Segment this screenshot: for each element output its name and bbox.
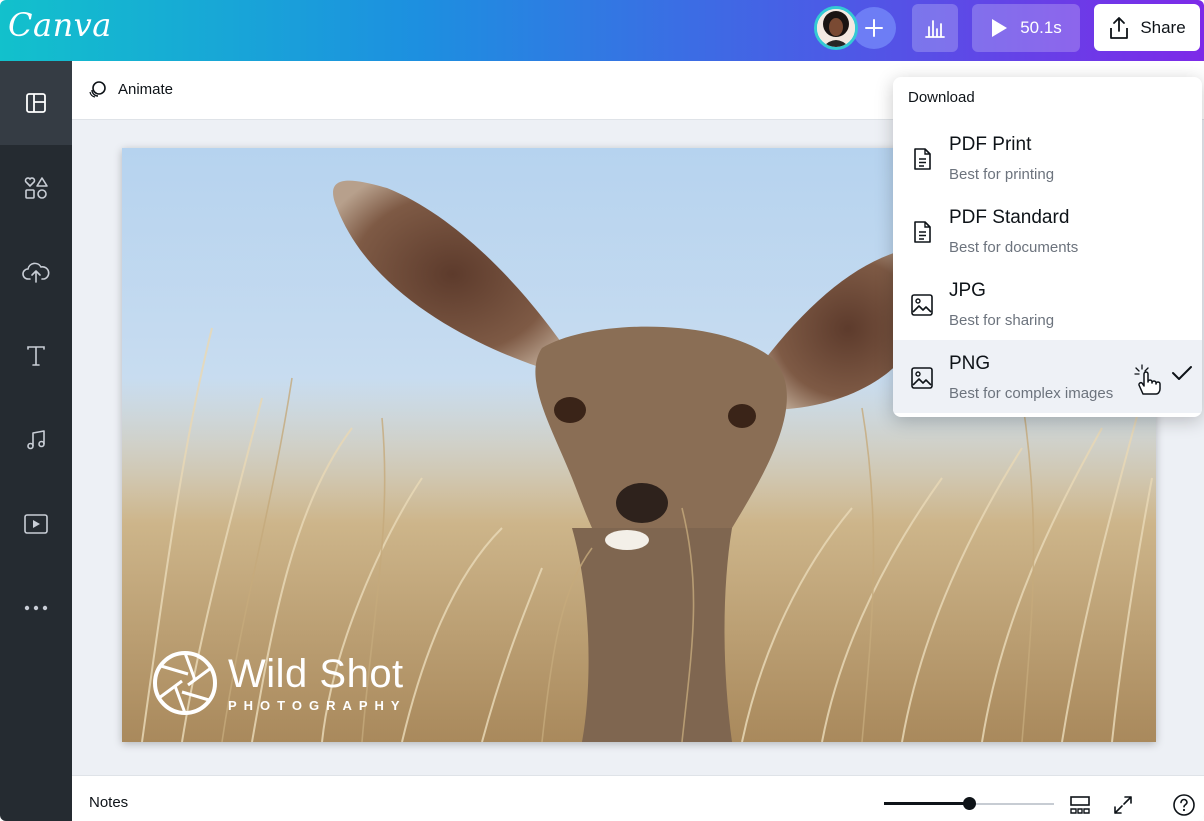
download-option-png[interactable]: PNG Best for complex images	[893, 340, 1202, 413]
play-duration: 50.1s	[1020, 18, 1062, 37]
zoom-slider-fill	[884, 802, 969, 805]
sidebar-item-more[interactable]	[0, 566, 72, 650]
download-option-name: PNG	[949, 353, 991, 374]
music-note-icon	[27, 430, 45, 450]
grid-view-button[interactable]	[1067, 792, 1093, 818]
download-option-desc: Best for complex images	[949, 385, 1114, 402]
image-icon	[909, 292, 935, 318]
help-icon	[1173, 794, 1195, 816]
add-collaborator-button[interactable]	[852, 7, 896, 49]
top-bar: Canva 50.1s Share	[0, 0, 1204, 61]
image-icon	[909, 365, 935, 391]
user-photo	[817, 9, 855, 47]
camera-aperture-icon	[153, 651, 217, 715]
present-button[interactable]: 50.1s	[972, 4, 1080, 52]
notes-button[interactable]: Notes	[89, 794, 128, 811]
document-icon	[909, 219, 935, 245]
download-option-jpg[interactable]: JPG Best for sharing	[893, 267, 1202, 340]
pointer-hand-icon	[1134, 364, 1161, 395]
upload-cloud-icon	[22, 262, 50, 283]
download-menu-title: Download	[908, 89, 975, 106]
download-option-desc: Best for sharing	[949, 312, 1055, 329]
canva-editor: Canva 50.1s Share Animate Wild Shot PHOT…	[0, 0, 1204, 821]
fullscreen-button[interactable]	[1110, 792, 1136, 818]
download-menu: Download PDF Print Best for printing PDF…	[893, 77, 1202, 417]
sidebar-item-videos[interactable]	[0, 482, 72, 566]
sidebar-item-templates[interactable]	[0, 61, 72, 145]
share-icon	[1110, 16, 1129, 39]
zoom-slider[interactable]	[884, 797, 1054, 810]
text-icon	[27, 346, 45, 366]
video-icon	[24, 514, 48, 534]
insights-button[interactable]	[912, 4, 958, 52]
brand-name: Wild Shot	[228, 651, 404, 696]
animate-label: Animate	[118, 80, 174, 98]
avatar[interactable]	[814, 6, 858, 50]
animate-button[interactable]: Animate	[88, 79, 173, 99]
help-button[interactable]	[1171, 792, 1197, 818]
templates-icon	[26, 93, 46, 113]
animate-icon	[89, 81, 106, 98]
sidebar-item-elements[interactable]	[0, 146, 72, 230]
download-option-name: JPG	[949, 280, 986, 301]
left-sidebar	[0, 61, 72, 821]
download-option-pdf-standard[interactable]: PDF Standard Best for documents	[893, 194, 1202, 267]
grid-view-icon	[1070, 796, 1090, 814]
sidebar-item-uploads[interactable]	[0, 230, 72, 314]
brand-logo: Wild Shot PHOTOGRAPHY	[152, 650, 407, 716]
elements-icon	[24, 177, 48, 199]
download-option-pdf-print[interactable]: PDF Print Best for printing	[893, 121, 1202, 194]
play-icon	[992, 19, 1008, 37]
download-option-name: PDF Print	[949, 134, 1032, 155]
download-option-desc: Best for documents	[949, 239, 1079, 256]
checkmark-icon	[1172, 366, 1192, 380]
share-button[interactable]: Share	[1094, 4, 1200, 51]
sidebar-item-audio[interactable]	[0, 398, 72, 482]
zoom-slider-handle[interactable]	[963, 797, 976, 810]
brand-subtitle: PHOTOGRAPHY	[228, 697, 407, 713]
document-icon	[909, 146, 935, 172]
share-label: Share	[1140, 17, 1186, 37]
download-option-name: PDF Standard	[949, 207, 1070, 228]
bar-chart-icon	[925, 20, 945, 38]
canva-logo[interactable]: Canva	[8, 6, 112, 44]
editor-footer: Notes	[72, 775, 1204, 821]
expand-icon	[1114, 796, 1132, 814]
plus-icon	[865, 19, 883, 37]
more-dots-icon	[24, 605, 48, 611]
sidebar-item-text[interactable]	[0, 314, 72, 398]
download-option-desc: Best for printing	[949, 166, 1055, 183]
brand-text: Wild Shot PHOTOGRAPHY	[228, 654, 407, 713]
